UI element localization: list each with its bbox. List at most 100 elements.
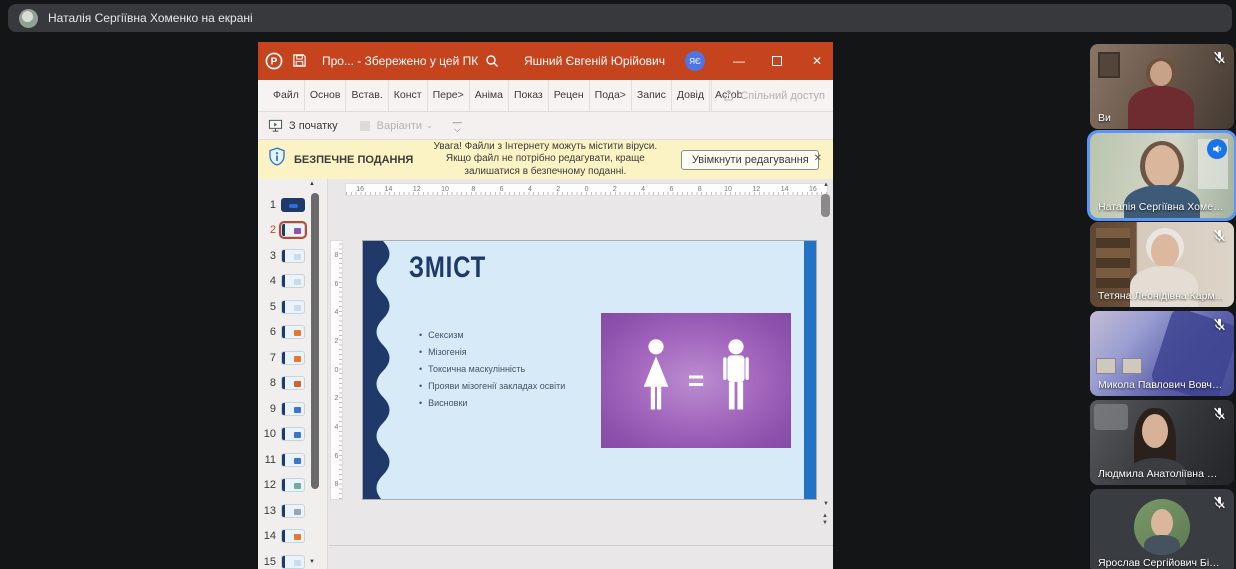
maximize-button[interactable] — [759, 42, 795, 80]
variants-dropdown[interactable]: Варіанти ⌄ — [360, 120, 433, 132]
vertical-scrollbar[interactable] — [821, 194, 830, 217]
from-start-button[interactable]: З початку — [268, 118, 338, 133]
ruler-tick-label: 16 — [346, 186, 374, 193]
slide-thumbnail-image — [281, 453, 305, 467]
ribbon-display-options-button[interactable]: —⌵ — [453, 119, 462, 133]
ribbon-tab[interactable]: Файл — [268, 80, 305, 111]
ruler-tick-label: 14 — [770, 186, 798, 193]
ribbon-tab[interactable]: Основ — [305, 80, 347, 111]
slide-number: 9 — [258, 403, 276, 415]
thumbnail-scroll-up-icon[interactable]: ▲ — [309, 181, 315, 187]
powerpoint-icon[interactable]: P — [265, 52, 283, 70]
account-avatar[interactable]: ЯЄ — [685, 51, 705, 71]
slide-number: 6 — [258, 326, 276, 338]
search-icon[interactable] — [485, 54, 499, 68]
slide-number: 2 — [258, 224, 276, 236]
audio-indicator-icon — [1207, 139, 1227, 159]
Людмила Анатоліївна Со...[interactable]: Людмила Анатоліївна Со... — [1090, 400, 1234, 485]
slide-thumbnail[interactable]: 1 — [258, 192, 305, 218]
thumbnail-accent — [294, 560, 301, 566]
minimize-button[interactable]: — — [721, 42, 757, 80]
ribbon-tab[interactable]: Конст — [389, 80, 428, 111]
ribbon-tab[interactable]: Пода> — [590, 80, 632, 111]
ribbon-tab[interactable]: Показ — [509, 80, 549, 111]
ruler-tick-label: 8 — [686, 186, 714, 193]
ribbon-tab[interactable]: Рецен — [549, 80, 590, 111]
slide-thumbnail-image — [281, 555, 305, 569]
maximize-icon — [772, 56, 782, 66]
thumbnail-accent — [294, 381, 301, 387]
Ви[interactable]: Ви — [1090, 44, 1234, 129]
Микола Павлович Вовче...[interactable]: Микола Павлович Вовче... — [1090, 311, 1234, 396]
participant-name: Тетяна Леонідівна Карм... — [1098, 290, 1223, 302]
scroll-up-icon[interactable]: ▲ — [823, 182, 829, 188]
slide-thumbnail[interactable]: 14 — [258, 524, 305, 550]
shield-info-icon — [267, 147, 287, 172]
slide-thumbnail[interactable]: 11 — [258, 447, 305, 473]
slide-number: 12 — [258, 479, 276, 491]
titlebar: P Про... - Збережено у цей ПК Яшний Євге… — [258, 42, 833, 80]
participant-name: Микола Павлович Вовче... — [1098, 379, 1224, 391]
mic-off-icon — [1212, 495, 1227, 510]
share-button[interactable]: Спільний доступ — [711, 80, 825, 111]
participant-name: Ви — [1098, 112, 1111, 124]
ruler-tick-label: 10 — [714, 186, 742, 193]
slide-thumbnail[interactable]: 13 — [258, 498, 305, 524]
background-detail — [1096, 228, 1130, 288]
account-name[interactable]: Яшний Євгеній Юрійович — [524, 54, 665, 68]
slide-thumbnail[interactable]: 9 — [258, 396, 305, 422]
thumbnail-accent — [294, 254, 301, 260]
slide-bullet-list: СексизмМізогеніяТоксична маскулінністьПр… — [419, 327, 565, 412]
slide-bullet: Прояви мізогенії закладах освіти — [419, 378, 565, 395]
person-head — [1142, 414, 1168, 448]
slide-thumbnail-image — [281, 427, 305, 441]
pane-divider[interactable] — [329, 545, 833, 546]
ruler-tick-label: 0 — [572, 186, 600, 193]
share-icon — [722, 89, 735, 102]
person-shoulders — [1128, 86, 1194, 129]
slide-thumbnail[interactable]: 2 — [258, 218, 305, 244]
slide-thumbnail[interactable]: 10 — [258, 422, 305, 448]
male-pictogram-icon — [717, 337, 755, 425]
slide-thumbnail[interactable]: 15 — [258, 549, 305, 569]
banner-close-icon[interactable]: ✕ — [814, 153, 822, 164]
enable-editing-button[interactable]: Увімкнути редагування — [681, 150, 819, 170]
ruler-tick-label: 6 — [331, 270, 342, 299]
slide-thumbnail[interactable]: 7 — [258, 345, 305, 371]
save-icon[interactable] — [292, 53, 307, 68]
ribbon-tab[interactable]: Довід — [672, 80, 710, 111]
participant-tiles: Ви Наталія Сергіївна Хоменко — [1090, 44, 1234, 569]
thumbnail-scrollbar[interactable] — [311, 193, 319, 489]
thumbnail-scroll-down-icon[interactable]: ▼ — [309, 559, 315, 565]
slide-thumbnail[interactable]: 12 — [258, 473, 305, 499]
thumbnail-accent — [294, 509, 301, 515]
background-detail — [1096, 358, 1116, 374]
ribbon-tab[interactable]: Запис — [632, 80, 672, 111]
ruler-tick-label: 4 — [331, 298, 342, 327]
slide-thumbnail[interactable]: 6 — [258, 320, 305, 346]
ruler-tick-label: 12 — [742, 186, 770, 193]
Ярослав Сергійович Білик[interactable]: Ярослав Сергійович Білик — [1090, 489, 1234, 569]
slide-thumbnail-image — [281, 504, 305, 518]
slide-thumbnail[interactable]: 4 — [258, 269, 305, 295]
slide-thumbnail[interactable]: 8 — [258, 371, 305, 397]
Наталія Сергіївна Хоменко[interactable]: Наталія Сергіївна Хоменко — [1090, 133, 1234, 218]
scroll-down-icon[interactable]: ▼ — [823, 501, 829, 507]
slide-thumbnail[interactable]: 5 — [258, 294, 305, 320]
Тетяна Леонідівна Карм...[interactable]: Тетяна Леонідівна Карм... — [1090, 222, 1234, 307]
avatar — [1134, 499, 1190, 555]
ribbon-tab[interactable]: Встав. — [346, 80, 388, 111]
ruler-tick-label: 4 — [331, 413, 342, 442]
previous-next-slide-buttons[interactable]: ▲▼ — [820, 513, 830, 527]
slide-thumbnail[interactable]: 3 — [258, 243, 305, 269]
ruler-tick-label: 4 — [516, 186, 544, 193]
presentation-screen-icon — [268, 118, 283, 133]
background-detail — [1098, 52, 1120, 78]
slide-number: 5 — [258, 301, 276, 313]
ribbon-tab[interactable]: Пере> — [428, 80, 470, 111]
mic-off-icon — [1212, 50, 1227, 65]
close-button[interactable]: ✕ — [799, 42, 835, 80]
ribbon-tab[interactable]: Аніма — [470, 80, 509, 111]
slide-canvas[interactable]: ЗМІСТ СексизмМізогеніяТоксична маскулінн… — [362, 240, 817, 500]
slide-bullet: Висновки — [419, 395, 565, 412]
